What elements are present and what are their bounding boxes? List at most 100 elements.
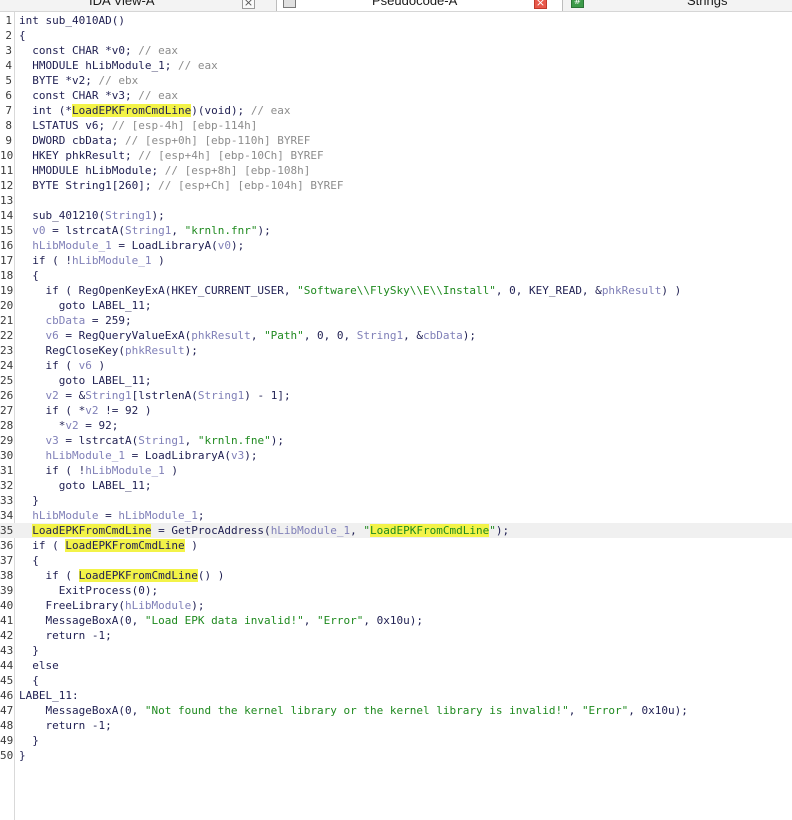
line-number: 22 <box>0 329 14 342</box>
code-line[interactable]: 13 <box>0 193 792 208</box>
code-line[interactable]: 8 LSTATUS v6; // [esp-4h] [ebp-114h] <box>0 118 792 133</box>
code-line[interactable]: 20 goto LABEL_11; <box>0 298 792 313</box>
code-line[interactable]: 27 if ( *v2 != 92 ) <box>0 403 792 418</box>
code-token: ) <box>184 539 198 552</box>
code-line[interactable]: 48 return -1; <box>0 718 792 733</box>
code-token: = lstrcatA( <box>58 434 139 447</box>
code-variable: v3 <box>45 434 59 447</box>
code-token: ); <box>230 239 245 252</box>
code-line[interactable]: 40 FreeLibrary(hLibModule); <box>0 598 792 613</box>
code-line[interactable]: 31 if ( !hLibModule_1 ) <box>0 463 792 478</box>
code-line[interactable]: 6 const CHAR *v3; // eax <box>0 88 792 103</box>
pseudocode-view[interactable]: 1 int sub_4010AD() 2{3 const CHAR *v0; // … <box>0 13 792 763</box>
code-line[interactable]: 37 { <box>0 553 792 568</box>
code-line-current[interactable]: 35 LoadEPKFromCmdLine = GetProcAddress(h… <box>0 523 792 538</box>
code-line[interactable]: 23 RegCloseKey(phkResult); <box>0 343 792 358</box>
close-icon[interactable]: × <box>534 0 547 9</box>
code-variable: v2 <box>65 419 79 432</box>
line-number: 38 <box>0 569 14 582</box>
code-text: hLibModule_1 = LoadLibraryA(v0); <box>19 238 244 253</box>
tab-pseudocode-a[interactable]: Pseudocode-A × <box>277 0 562 11</box>
code-line[interactable]: 46 LABEL_11: <box>0 688 792 703</box>
tab-bar: IDA View-A × Pseudocode-A × # Strings <box>0 0 792 12</box>
code-text: RegCloseKey(phkResult); <box>19 343 197 358</box>
code-line[interactable]: 38 if ( LoadEPKFromCmdLine() ) <box>0 568 792 583</box>
code-line[interactable]: 17 if ( !hLibModule_1 ) <box>0 253 792 268</box>
code-text: goto LABEL_11; <box>19 373 152 388</box>
code-token: () ) <box>197 569 225 582</box>
code-line[interactable]: 41 MessageBoxA(0, "Load EPK data invalid… <box>0 613 792 628</box>
code-token: , 0, KEY_READ, & <box>495 284 602 297</box>
code-line[interactable]: 42 return -1; <box>0 628 792 643</box>
code-text: hLibModule = hLibModule_1; <box>19 508 204 523</box>
code-line[interactable]: 25 goto LABEL_11; <box>0 373 792 388</box>
code-line[interactable]: 7 int (*LoadEPKFromCmdLine)(void); // ea… <box>0 103 792 118</box>
code-text: ExitProcess(0); <box>19 583 158 598</box>
code-text: *v2 = 92; <box>19 418 119 433</box>
highlighted-identifier: LoadEPKFromCmdLine <box>65 539 185 552</box>
code-line[interactable]: 26 v2 = &String1[lstrlenA(String1) - 1]; <box>0 388 792 403</box>
code-string: "krnln.fne" <box>197 434 271 447</box>
code-text: sub_401210(String1); <box>19 208 164 223</box>
line-number: 33 <box>0 494 14 507</box>
code-line[interactable]: 5 BYTE *v2; // ebx <box>0 73 792 88</box>
code-line[interactable]: 33 } <box>0 493 792 508</box>
code-text: goto LABEL_11; <box>19 478 152 493</box>
tab-ida-view-a[interactable]: IDA View-A × <box>0 0 275 11</box>
code-line[interactable]: 32 goto LABEL_11; <box>0 478 792 493</box>
code-line[interactable]: 22 v6 = RegQueryValueExA(phkResult, "Pat… <box>0 328 792 343</box>
line-number: 3 <box>5 44 12 57</box>
code-line[interactable]: 44 else <box>0 658 792 673</box>
code-line[interactable]: 1 int sub_4010AD() <box>0 13 792 28</box>
code-line[interactable]: 45 { <box>0 673 792 688</box>
code-comment: // eax <box>138 44 178 57</box>
code-line[interactable]: 10 HKEY phkResult; // [esp+4h] [ebp-10Ch… <box>0 148 792 163</box>
code-token: , <box>350 524 364 537</box>
code-line[interactable]: 21 cbData = 259; <box>0 313 792 328</box>
code-line[interactable]: 16 hLibModule_1 = LoadLibraryA(v0); <box>0 238 792 253</box>
code-line[interactable]: 36 if ( LoadEPKFromCmdLine ) <box>0 538 792 553</box>
code-comment: // eax <box>250 104 291 117</box>
line-number: 37 <box>0 554 14 567</box>
code-comment: // [esp-4h] [ebp-114h] <box>111 119 258 132</box>
code-line[interactable]: 12 BYTE String1[260]; // [esp+Ch] [ebp-1… <box>0 178 792 193</box>
code-line[interactable]: 29 v3 = lstrcatA(String1, "krnln.fne"); <box>0 433 792 448</box>
code-line[interactable]: 4 HMODULE hLibModule_1; // eax <box>0 58 792 73</box>
code-token: DWORD cbData; <box>19 134 125 147</box>
code-line[interactable]: 18 { <box>0 268 792 283</box>
code-line[interactable]: 43 } <box>0 643 792 658</box>
tab-strings[interactable]: # Strings <box>563 0 792 11</box>
code-line[interactable]: 3 const CHAR *v0; // eax <box>0 43 792 58</box>
code-line[interactable]: 9 DWORD cbData; // [esp+0h] [ebp-110h] B… <box>0 133 792 148</box>
code-comment: // [esp+4h] [ebp-10Ch] BYREF <box>138 149 324 162</box>
code-line[interactable]: 34 hLibModule = hLibModule_1; <box>0 508 792 523</box>
code-line[interactable]: 15 v0 = lstrcatA(String1, "krnln.fnr"); <box>0 223 792 238</box>
code-comment: // [esp+Ch] [ebp-104h] BYREF <box>158 179 344 192</box>
code-line[interactable]: 24 if ( v6 ) <box>0 358 792 373</box>
code-token: MessageBoxA(0, <box>19 704 145 717</box>
code-text: } <box>19 748 26 763</box>
code-text: MessageBoxA(0, "Load EPK data invalid!",… <box>19 613 423 628</box>
line-number: 10 <box>0 149 14 162</box>
close-icon[interactable]: × <box>242 0 255 9</box>
code-line[interactable]: 19 if ( RegOpenKeyExA(HKEY_CURRENT_USER,… <box>0 283 792 298</box>
code-token: , <box>171 224 185 237</box>
code-line[interactable]: 47 MessageBoxA(0, "Not found the kernel … <box>0 703 792 718</box>
code-string: "Not found the kernel library or the ker… <box>144 704 569 717</box>
code-token: HMODULE hLibModule_1; <box>19 59 178 72</box>
code-text: LSTATUS v6; // [esp-4h] [ebp-114h] <box>19 118 257 133</box>
code-line[interactable]: 28 *v2 = 92; <box>0 418 792 433</box>
code-line[interactable]: 14 sub_401210(String1); <box>0 208 792 223</box>
code-line[interactable]: 50} <box>0 748 792 763</box>
code-token: ); <box>244 449 258 462</box>
code-token: , 0, 0, <box>303 329 357 342</box>
code-comment: // [esp+0h] [ebp-110h] BYREF <box>124 134 311 147</box>
code-line[interactable]: 11 HMODULE hLibModule; // [esp+8h] [ebp-… <box>0 163 792 178</box>
code-line[interactable]: 49 } <box>0 733 792 748</box>
highlighted-identifier: LoadEPKFromCmdLine <box>32 524 152 537</box>
code-line[interactable]: 2{ <box>0 28 792 43</box>
code-line[interactable]: 39 ExitProcess(0); <box>0 583 792 598</box>
code-line[interactable]: 30 hLibModule_1 = LoadLibraryA(v3); <box>0 448 792 463</box>
